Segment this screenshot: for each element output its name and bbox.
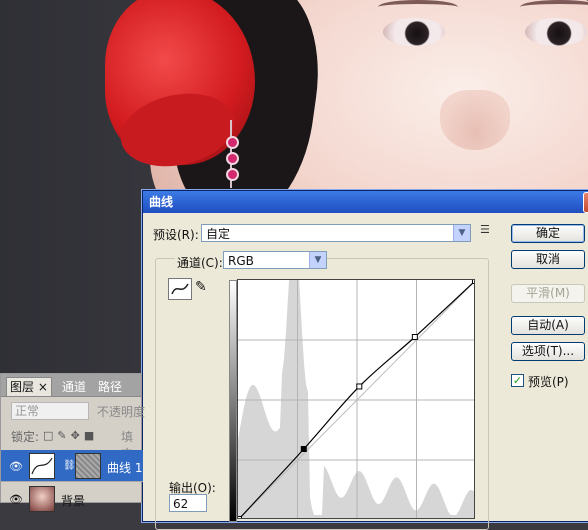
eyebrow xyxy=(378,0,458,14)
eye xyxy=(383,18,445,46)
layer-name: 曲线 1 xyxy=(107,461,143,475)
layer-row-curves[interactable]: 👁 ⛓ 曲线 1 xyxy=(1,450,143,482)
lock-transparent-icon[interactable]: □ xyxy=(43,429,57,442)
curve-control-point xyxy=(356,383,363,390)
earring-gem xyxy=(226,152,239,165)
earring-gem xyxy=(226,136,239,149)
tab-layers[interactable]: 图层 × xyxy=(6,377,52,396)
channel-value: RGB xyxy=(228,254,254,268)
options-button[interactable]: 选项(T)... xyxy=(511,342,585,361)
curve-icon xyxy=(31,457,53,475)
eye xyxy=(525,18,587,46)
curve-control-point xyxy=(472,280,474,284)
curve-graph[interactable] xyxy=(237,279,475,519)
channel-select[interactable]: RGB ▼ xyxy=(223,251,327,269)
eye-icon[interactable]: 👁 xyxy=(9,460,23,473)
preset-options-icon[interactable]: ☰ xyxy=(480,224,494,236)
chevron-down-icon: ▼ xyxy=(309,252,326,268)
earring xyxy=(226,120,252,188)
preview-checkbox[interactable]: ✓ xyxy=(511,374,524,387)
curves-dialog: 曲线 X 预设(R): 自定 ▼ ☰ 通道(C): RGB ▼ ✎ 输出(O):… xyxy=(142,190,588,530)
curve-chart xyxy=(238,280,474,518)
nose xyxy=(440,90,510,150)
lock-paint-icon[interactable]: ✎ xyxy=(57,429,70,442)
layer-thumbnail xyxy=(29,486,55,512)
chevron-down-icon: ▼ xyxy=(453,225,470,241)
channel-label: 通道(C): xyxy=(175,254,225,271)
link-icon: ⛓ xyxy=(63,460,76,471)
ok-button[interactable]: 确定 xyxy=(511,224,585,243)
preset-value: 自定 xyxy=(206,227,231,241)
curve-icon xyxy=(171,283,189,295)
layers-tabs: 图层 × 通道 路径 xyxy=(1,374,141,397)
tab-layers-label: 图层 xyxy=(10,380,35,394)
curve-control-point xyxy=(238,516,242,518)
preset-label: 预设(R): xyxy=(153,228,199,242)
smooth-button[interactable]: 平滑(M) xyxy=(511,284,585,303)
lock-label: 锁定: xyxy=(11,430,40,444)
eye-icon[interactable]: 👁 xyxy=(9,493,23,506)
layers-panel: 图层 × 通道 路径 正常 不透明度 锁定: □✎✥■ 填充 👁 ⛓ 曲线 1 … xyxy=(0,373,146,512)
close-button[interactable]: X xyxy=(583,192,588,213)
layer-mask-thumbnail[interactable] xyxy=(75,453,101,479)
curve-point-tool-button[interactable] xyxy=(168,278,192,300)
tab-close-icon[interactable]: × xyxy=(38,380,48,394)
curves-adjustment-thumbnail xyxy=(29,453,55,479)
opacity-label: 不透明度 xyxy=(97,405,146,419)
pencil-icon[interactable]: ✎ xyxy=(195,278,213,296)
preview-label: 预览(P) xyxy=(528,375,569,389)
curve-control-point xyxy=(411,334,418,340)
output-field[interactable]: 62 xyxy=(169,494,207,512)
layer-row-background[interactable]: 👁 背景 xyxy=(1,483,143,515)
lock-move-icon[interactable]: ✥ xyxy=(71,429,84,442)
curve-control-point xyxy=(300,446,307,452)
tab-channels[interactable]: 通道 xyxy=(59,378,89,396)
layer-name: 背景 xyxy=(61,494,86,508)
lock-icons[interactable]: □✎✥■ xyxy=(43,429,98,442)
earring-gem xyxy=(226,168,239,181)
preset-select[interactable]: 自定 ▼ xyxy=(201,224,471,242)
blend-mode-select[interactable]: 正常 xyxy=(11,402,89,420)
auto-button[interactable]: 自动(A) xyxy=(511,316,585,335)
output-gradient-bar xyxy=(229,280,237,522)
cancel-button[interactable]: 取消 xyxy=(511,250,585,269)
lock-all-icon[interactable]: ■ xyxy=(84,429,98,442)
dialog-title: 曲线 xyxy=(143,191,588,213)
tab-paths[interactable]: 路径 xyxy=(95,378,125,396)
